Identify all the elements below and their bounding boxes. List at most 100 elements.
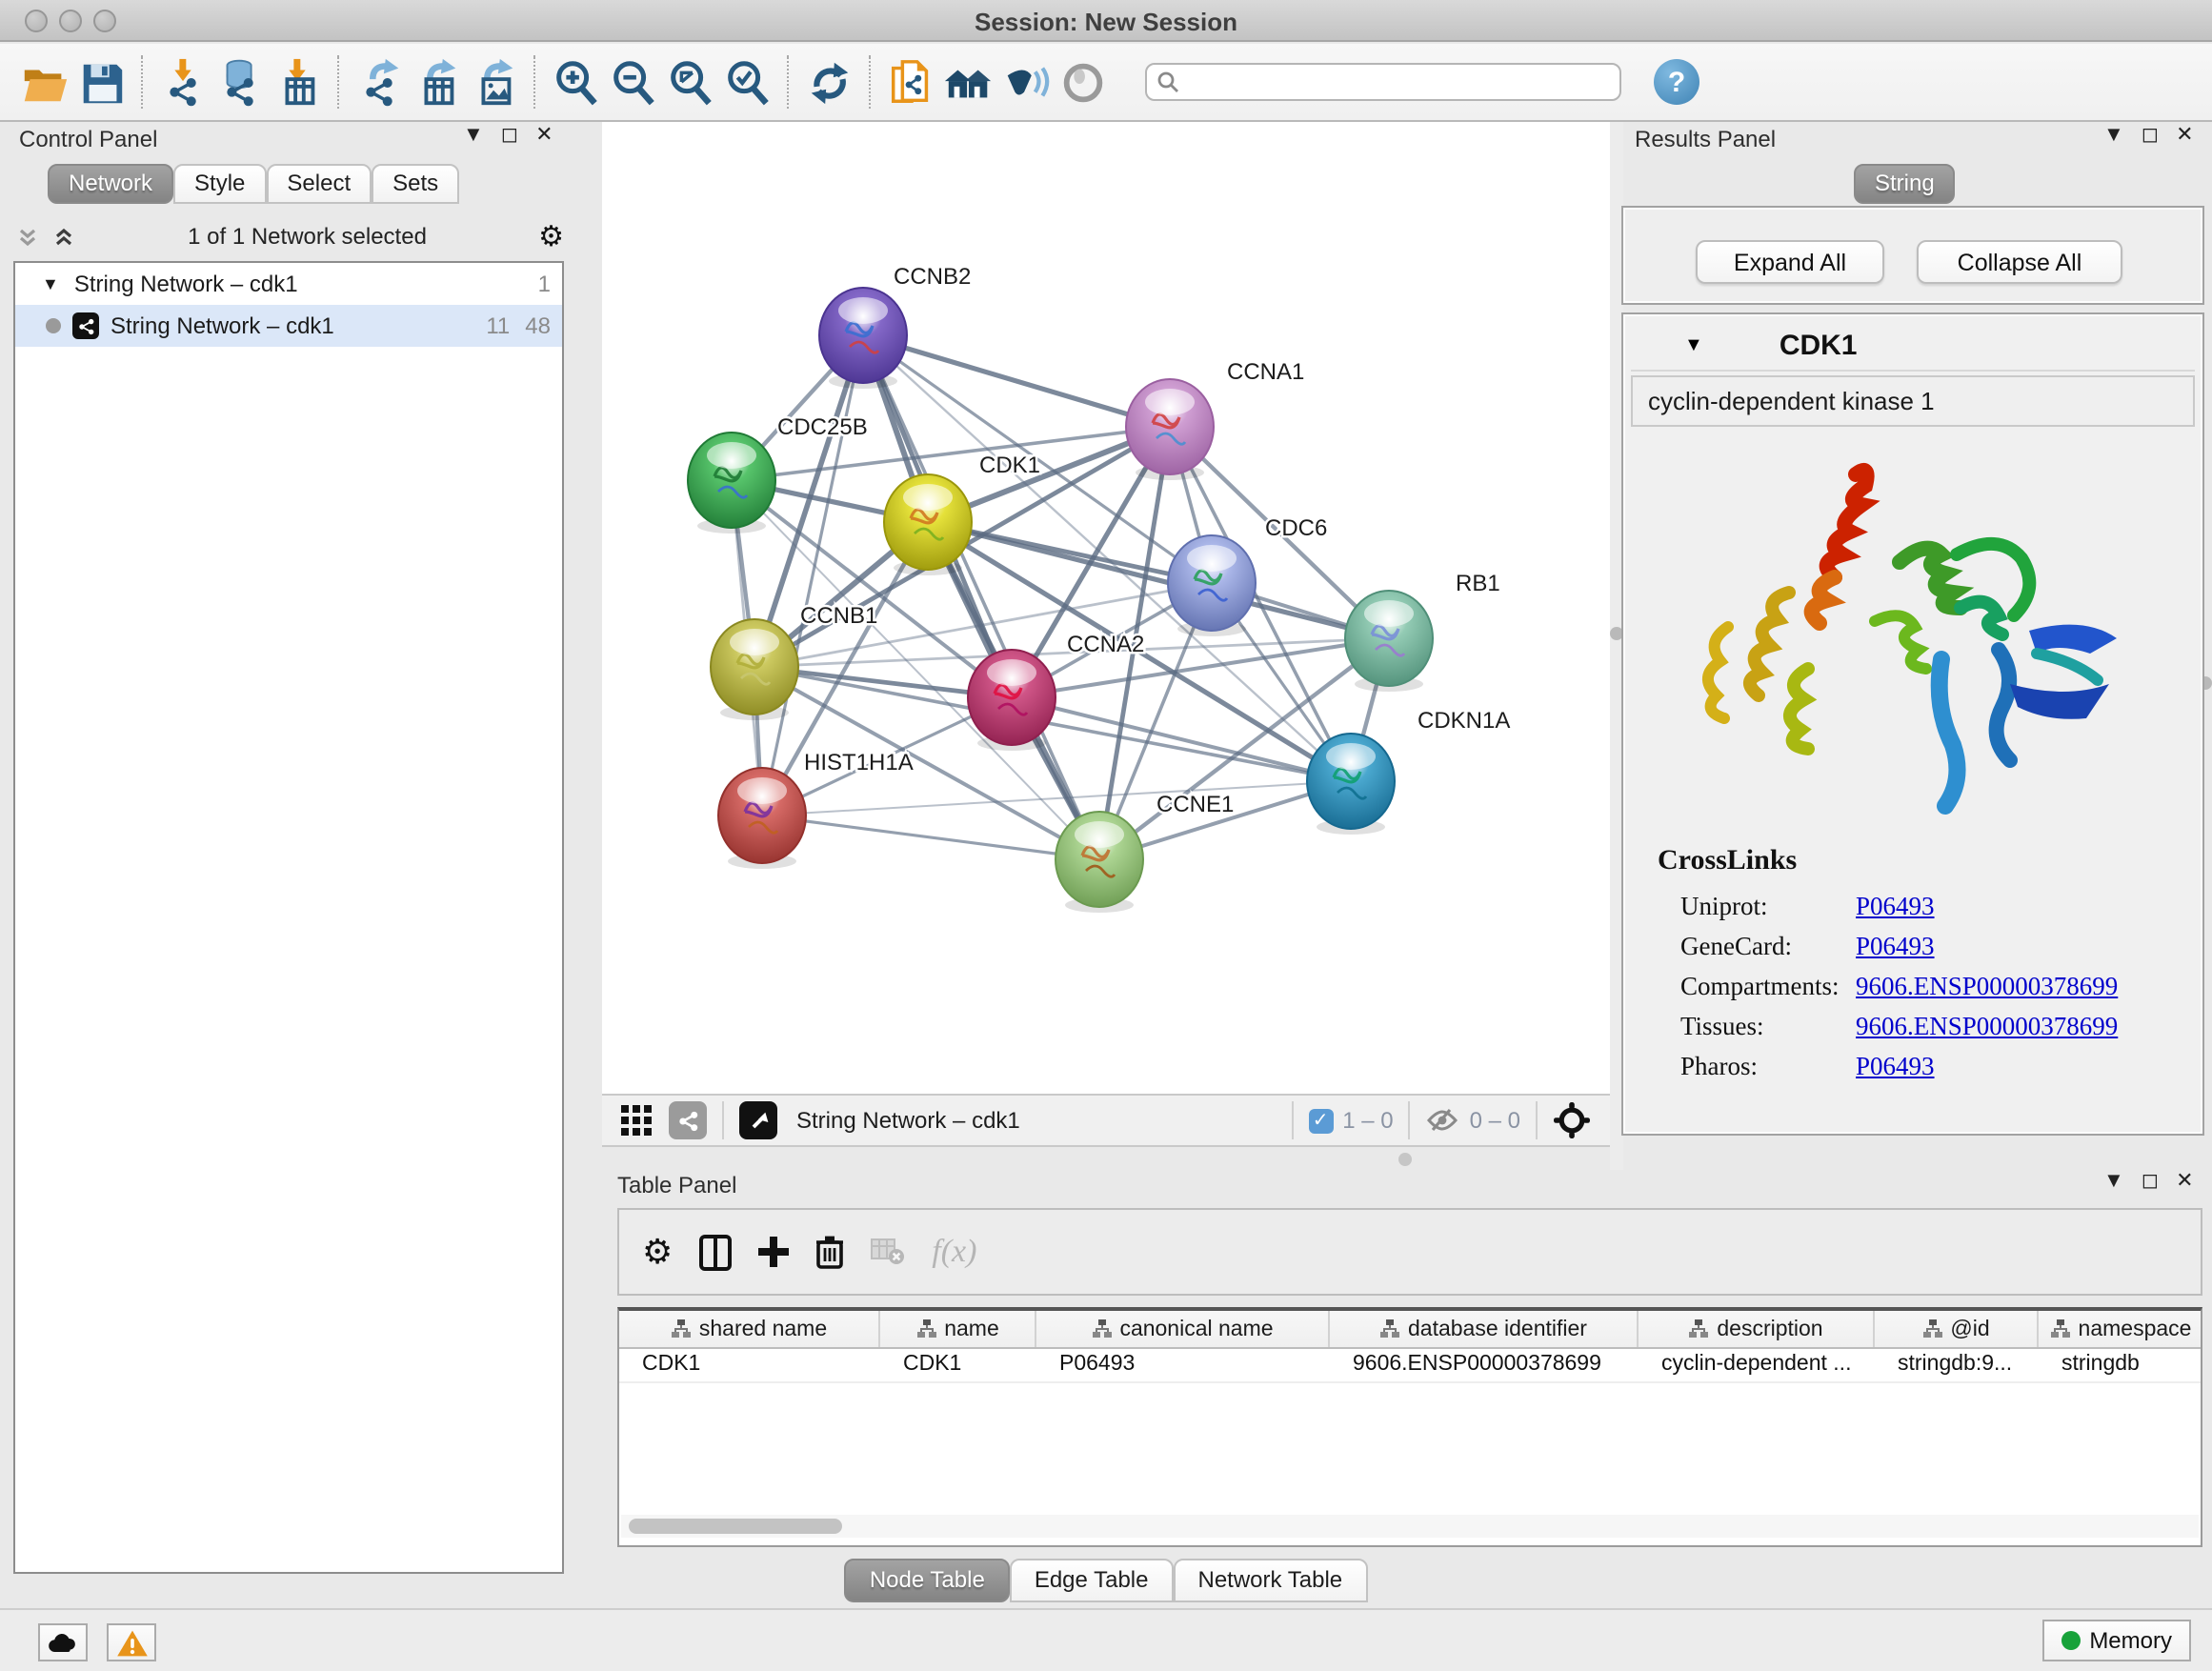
column-header-canonical-name[interactable]: canonical name: [1036, 1311, 1330, 1347]
panel-close-icon[interactable]: ✕: [2176, 126, 2193, 147]
panel-close-icon[interactable]: ✕: [2176, 1172, 2193, 1193]
export-image-icon[interactable]: [465, 53, 522, 111]
crosslink-link[interactable]: 9606.ENSP00000378699: [1856, 1011, 2118, 1041]
column-header-namespace[interactable]: namespace: [2039, 1311, 2202, 1347]
tab-node-table[interactable]: Node Table: [845, 1559, 1010, 1602]
application-window: Session: New Session ? Control Panel ▼ ◻…: [0, 0, 2212, 1671]
panel-menu-icon[interactable]: ▼: [2103, 126, 2124, 147]
network-node-CCNE1[interactable]: CCNE1: [1056, 792, 1234, 913]
network-node-CDKN1A[interactable]: CDKN1A: [1307, 708, 1510, 835]
crosslink-link[interactable]: P06493: [1856, 891, 1935, 921]
export-network-icon[interactable]: [351, 53, 408, 111]
collapse-gene-icon[interactable]: ▼: [1684, 335, 1703, 356]
show-eye-icon[interactable]: [1054, 53, 1111, 111]
network-node-CCNA1[interactable]: CCNA1: [1126, 359, 1304, 480]
crosslink-row: Compartments: 9606.ENSP00000378699: [1631, 966, 2195, 1006]
column-header-shared-name[interactable]: shared name: [619, 1311, 880, 1347]
status-bar: Memory: [0, 1608, 2212, 1671]
crosslink-link[interactable]: P06493: [1856, 1051, 1935, 1081]
collapse-all-button[interactable]: Collapse All: [1917, 240, 2122, 284]
edge-count: 48: [525, 312, 551, 339]
gene-header-row[interactable]: ▼ CDK1: [1631, 322, 2195, 372]
network-node-RB1[interactable]: RB1: [1345, 571, 1500, 692]
node-label-CDC25B: CDC25B: [777, 414, 868, 440]
save-session-icon[interactable]: [72, 53, 130, 111]
tab-sets[interactable]: Sets: [372, 164, 459, 204]
fit-content-icon[interactable]: [739, 1101, 777, 1139]
crosslink-link[interactable]: 9606.ENSP00000378699: [1856, 971, 2118, 1001]
table-row[interactable]: CDK1CDK1P064939606.ENSP00000378699cyclin…: [619, 1349, 2201, 1383]
column-header-name[interactable]: name: [880, 1311, 1036, 1347]
expand-all-button[interactable]: Expand All: [1696, 240, 1884, 284]
tab-select[interactable]: Select: [266, 164, 372, 204]
tab-network-table[interactable]: Network Table: [1174, 1559, 1368, 1602]
network-item-label: String Network – cdk1: [111, 312, 471, 339]
scrollbar-thumb[interactable]: [629, 1519, 842, 1534]
panel-float-icon[interactable]: ◻: [2142, 1172, 2159, 1193]
import-network-icon[interactable]: [154, 53, 211, 111]
panel-float-icon[interactable]: ◻: [501, 126, 518, 147]
column-header-@id[interactable]: @id: [1875, 1311, 2039, 1347]
import-table-icon[interactable]: [269, 53, 326, 111]
search-input[interactable]: [1145, 63, 1621, 101]
results-tab-string[interactable]: String: [1854, 164, 1956, 204]
network-edge[interactable]: [762, 335, 863, 815]
selected-checkbox-icon[interactable]: ✓: [1308, 1108, 1333, 1133]
panel-menu-icon[interactable]: ▼: [2103, 1172, 2124, 1193]
collapse-all-chevron-icon[interactable]: [51, 224, 76, 249]
horizontal-splitter-handle[interactable]: [1398, 1153, 1412, 1166]
zoom-out-icon[interactable]: [604, 53, 661, 111]
control-panel-tabs: NetworkStyleSelectSets: [48, 164, 459, 204]
node-label-HIST1H1A: HIST1H1A: [804, 750, 914, 775]
cloud-button[interactable]: [38, 1623, 88, 1661]
network-selection-status: 1 of 1 Network selected: [76, 223, 538, 250]
network-edge[interactable]: [863, 335, 1099, 859]
panel-menu-icon[interactable]: ▼: [463, 126, 484, 147]
network-edge[interactable]: [762, 815, 1099, 859]
navigate-crosshair-icon[interactable]: [1553, 1101, 1591, 1139]
network-tree-root[interactable]: ▼ String Network – cdk1 1: [15, 263, 562, 305]
network-share-icon[interactable]: [669, 1101, 707, 1139]
column-header-description[interactable]: description: [1639, 1311, 1875, 1347]
refresh-icon[interactable]: [800, 53, 857, 111]
help-button[interactable]: ?: [1648, 53, 1705, 111]
panel-close-icon[interactable]: ✕: [535, 126, 553, 147]
string-home-icon[interactable]: [939, 53, 996, 111]
hide-glasses-icon[interactable]: [996, 53, 1054, 111]
node-count: 11: [486, 312, 510, 339]
tab-edge-table[interactable]: Edge Table: [1010, 1559, 1174, 1602]
crosslink-label: Uniprot:: [1680, 891, 1856, 921]
tree-expand-icon[interactable]: ▼: [42, 274, 59, 293]
node-label-RB1: RB1: [1456, 571, 1500, 596]
open-session-icon[interactable]: [15, 53, 72, 111]
column-header-database-identifier[interactable]: database identifier: [1330, 1311, 1639, 1347]
table-panel-title: Table Panel: [617, 1172, 736, 1198]
show-columns-icon[interactable]: [699, 1234, 732, 1270]
zoom-selected-icon[interactable]: [718, 53, 775, 111]
gear-icon[interactable]: ⚙: [538, 219, 564, 253]
network-edge[interactable]: [863, 335, 1170, 427]
network-tree-item[interactable]: String Network – cdk1 11 48: [15, 305, 562, 347]
zoom-in-icon[interactable]: [547, 53, 604, 111]
tab-style[interactable]: Style: [173, 164, 266, 204]
crosslink-link[interactable]: P06493: [1856, 931, 1935, 961]
table-horizontal-scrollbar[interactable]: [621, 1515, 2199, 1538]
network-node-CCNB2[interactable]: CCNB2: [819, 264, 971, 389]
memory-button[interactable]: Memory: [2041, 1620, 2191, 1661]
share-document-icon[interactable]: [882, 53, 939, 111]
table-cell: stringdb: [2039, 1349, 2202, 1381]
results-panel-window-buttons: ▼ ◻ ✕: [2103, 126, 2194, 147]
hidden-eye-slash-icon[interactable]: [1426, 1107, 1460, 1134]
add-column-icon[interactable]: [758, 1237, 789, 1267]
zoom-fit-icon[interactable]: [661, 53, 718, 111]
import-database-icon[interactable]: [211, 53, 269, 111]
tab-network[interactable]: Network: [48, 164, 173, 204]
birdseye-grid-icon[interactable]: [621, 1105, 652, 1136]
export-table-icon[interactable]: [408, 53, 465, 111]
warning-button[interactable]: [107, 1623, 156, 1661]
delete-column-trash-icon[interactable]: [815, 1235, 844, 1269]
expand-all-chevron-icon[interactable]: [15, 224, 40, 249]
table-settings-gear-icon[interactable]: ⚙: [642, 1232, 673, 1272]
panel-float-icon[interactable]: ◻: [2142, 126, 2159, 147]
network-canvas[interactable]: CCNB2 CCNA1 CDC25B CDK1 CDC6 RB1: [602, 122, 1610, 1094]
